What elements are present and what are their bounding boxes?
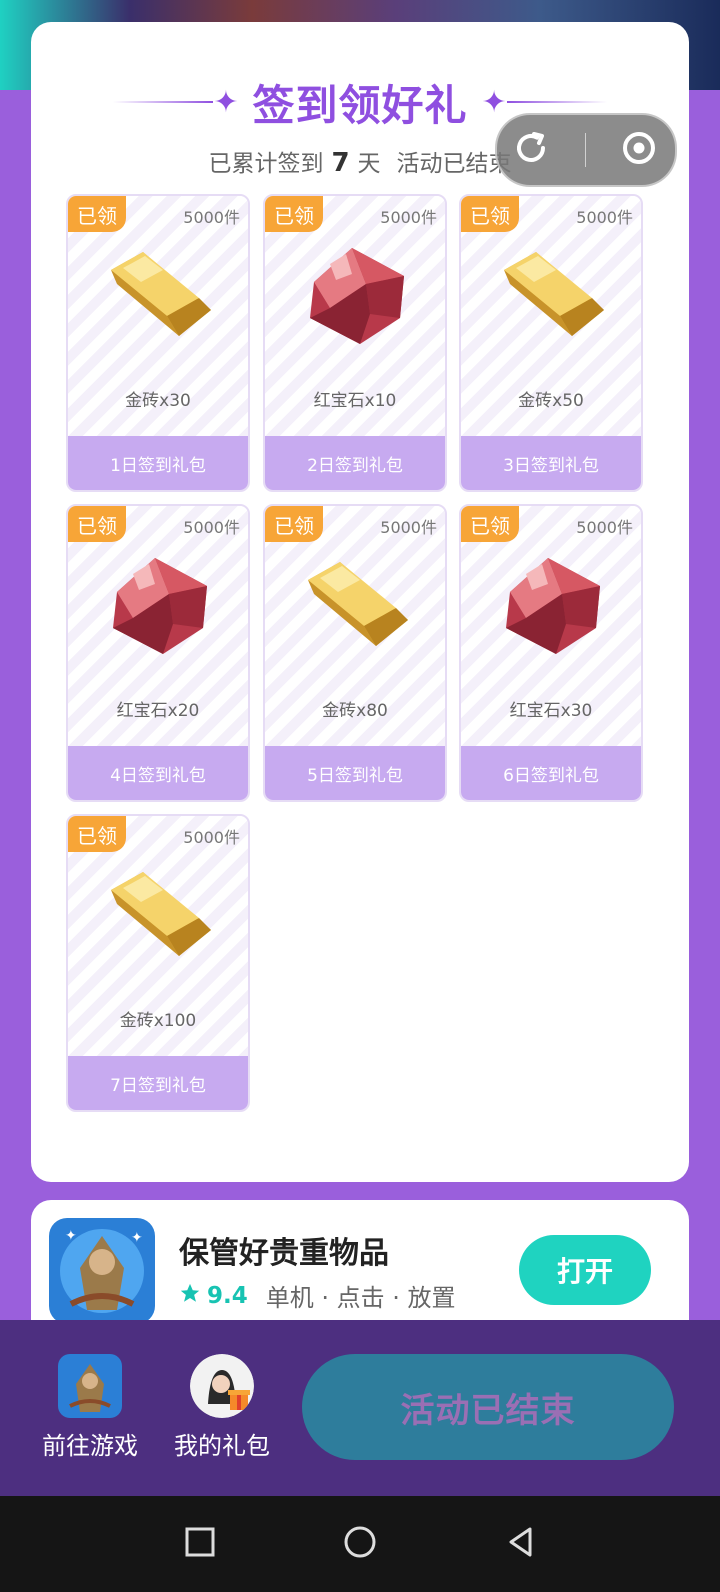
reward-day-label: 3日签到礼包: [461, 436, 641, 490]
reward-day-label: 6日签到礼包: [461, 746, 641, 800]
bottom-action-bar: 前往游戏 我的礼包 活动已结束: [0, 1320, 720, 1496]
app-icon[interactable]: ✦ ✦: [49, 1218, 155, 1324]
app-meta: 9.4 单机 · 点击 · 放置: [179, 1278, 456, 1313]
reward-item-name: 金砖x50: [518, 391, 584, 411]
svg-text:✦: ✦: [65, 1228, 77, 1244]
game-icon: [58, 1354, 122, 1418]
close-target-icon[interactable]: [619, 128, 659, 172]
reward-card[interactable]: 已领 5000件红宝石x30 6日签到礼包: [459, 504, 643, 802]
stock-count: 5000件: [183, 828, 240, 847]
sparkle-icon: ✦: [213, 84, 239, 120]
reward-card[interactable]: 已领 5000件金砖x30 1日签到礼包: [66, 194, 250, 492]
gold-bar-icon: [103, 864, 215, 968]
reward-item-name: 红宝石x10: [313, 391, 397, 411]
open-app-button[interactable]: 打开: [519, 1235, 651, 1305]
activity-ended-button[interactable]: 活动已结束: [302, 1354, 674, 1460]
reward-card[interactable]: 已领 5000件红宝石x20 4日签到礼包: [66, 504, 250, 802]
claimed-badge: 已领: [461, 196, 519, 232]
reward-item-name: 金砖x80: [322, 701, 388, 721]
reward-day-label: 7日签到礼包: [68, 1056, 248, 1110]
reward-day-label: 4日签到礼包: [68, 746, 248, 800]
reward-day-label: 1日签到礼包: [68, 436, 248, 490]
home-icon[interactable]: [342, 1524, 378, 1564]
stock-count: 5000件: [183, 208, 240, 227]
svg-text:✦: ✦: [131, 1230, 143, 1246]
claimed-badge: 已领: [68, 196, 126, 232]
summary-suffix: 天: [357, 151, 381, 177]
claimed-badge: 已领: [265, 506, 323, 542]
back-icon[interactable]: [503, 1525, 537, 1563]
title-line-right: [506, 101, 607, 103]
reward-item-name: 金砖x100: [119, 1011, 197, 1031]
reward-item-name: 红宝石x30: [509, 701, 593, 721]
reward-item-name: 红宝石x20: [116, 701, 200, 721]
gold-bar-icon: [496, 244, 608, 348]
recent-apps-icon[interactable]: [183, 1525, 217, 1563]
stock-count: 5000件: [576, 518, 633, 537]
claimed-badge: 已领: [265, 196, 323, 232]
claimed-badge: 已领: [68, 506, 126, 542]
stock-count: 5000件: [183, 518, 240, 537]
title-line-left: [113, 101, 214, 103]
reward-card[interactable]: 已领 5000件红宝石x10 2日签到礼包: [263, 194, 447, 492]
reward-day-label: 2日签到礼包: [265, 436, 445, 490]
goto-game-button[interactable]: 前往游戏: [30, 1354, 150, 1461]
goto-game-label: 前往游戏: [42, 1432, 138, 1460]
reward-card[interactable]: 已领 5000件金砖x50 3日签到礼包: [459, 194, 643, 492]
ruby-icon: [496, 554, 608, 658]
summary-prefix: 已累计签到: [208, 151, 324, 177]
system-nav-bar: [0, 1496, 720, 1592]
summary-days: 7: [331, 148, 350, 178]
reward-item-name: 金砖x30: [125, 391, 191, 411]
stock-count: 5000件: [380, 518, 437, 537]
reward-card[interactable]: 已领 5000件金砖x100 7日签到礼包: [66, 814, 250, 1112]
claimed-badge: 已领: [461, 506, 519, 542]
ruby-icon: [300, 244, 412, 348]
reward-day-label: 5日签到礼包: [265, 746, 445, 800]
my-gifts-button[interactable]: 我的礼包: [162, 1354, 282, 1461]
ruby-icon: [103, 554, 215, 658]
star-icon: [179, 1282, 201, 1310]
share-icon[interactable]: [513, 128, 553, 172]
app-name: 保管好贵重物品: [179, 1236, 389, 1271]
claimed-badge: 已领: [68, 816, 126, 852]
app-promo-card: ✦ ✦ 保管好贵重物品 9.4 单机 · 点击 · 放置 打开: [31, 1200, 689, 1340]
reward-card[interactable]: 已领 5000件金砖x80 5日签到礼包: [263, 504, 447, 802]
sparkle-icon: ✦: [481, 84, 507, 120]
my-gifts-label: 我的礼包: [174, 1432, 270, 1460]
stock-count: 5000件: [380, 208, 437, 227]
miniapp-capsule: [495, 113, 677, 187]
gift-avatar-icon: [190, 1354, 254, 1418]
title-text: 签到领好礼: [252, 80, 468, 130]
app-rating: 9.4: [207, 1282, 248, 1309]
gold-bar-icon: [103, 244, 215, 348]
stock-count: 5000件: [576, 208, 633, 227]
gold-bar-icon: [300, 554, 412, 658]
app-tags: 单机 · 点击 · 放置: [265, 1284, 456, 1312]
